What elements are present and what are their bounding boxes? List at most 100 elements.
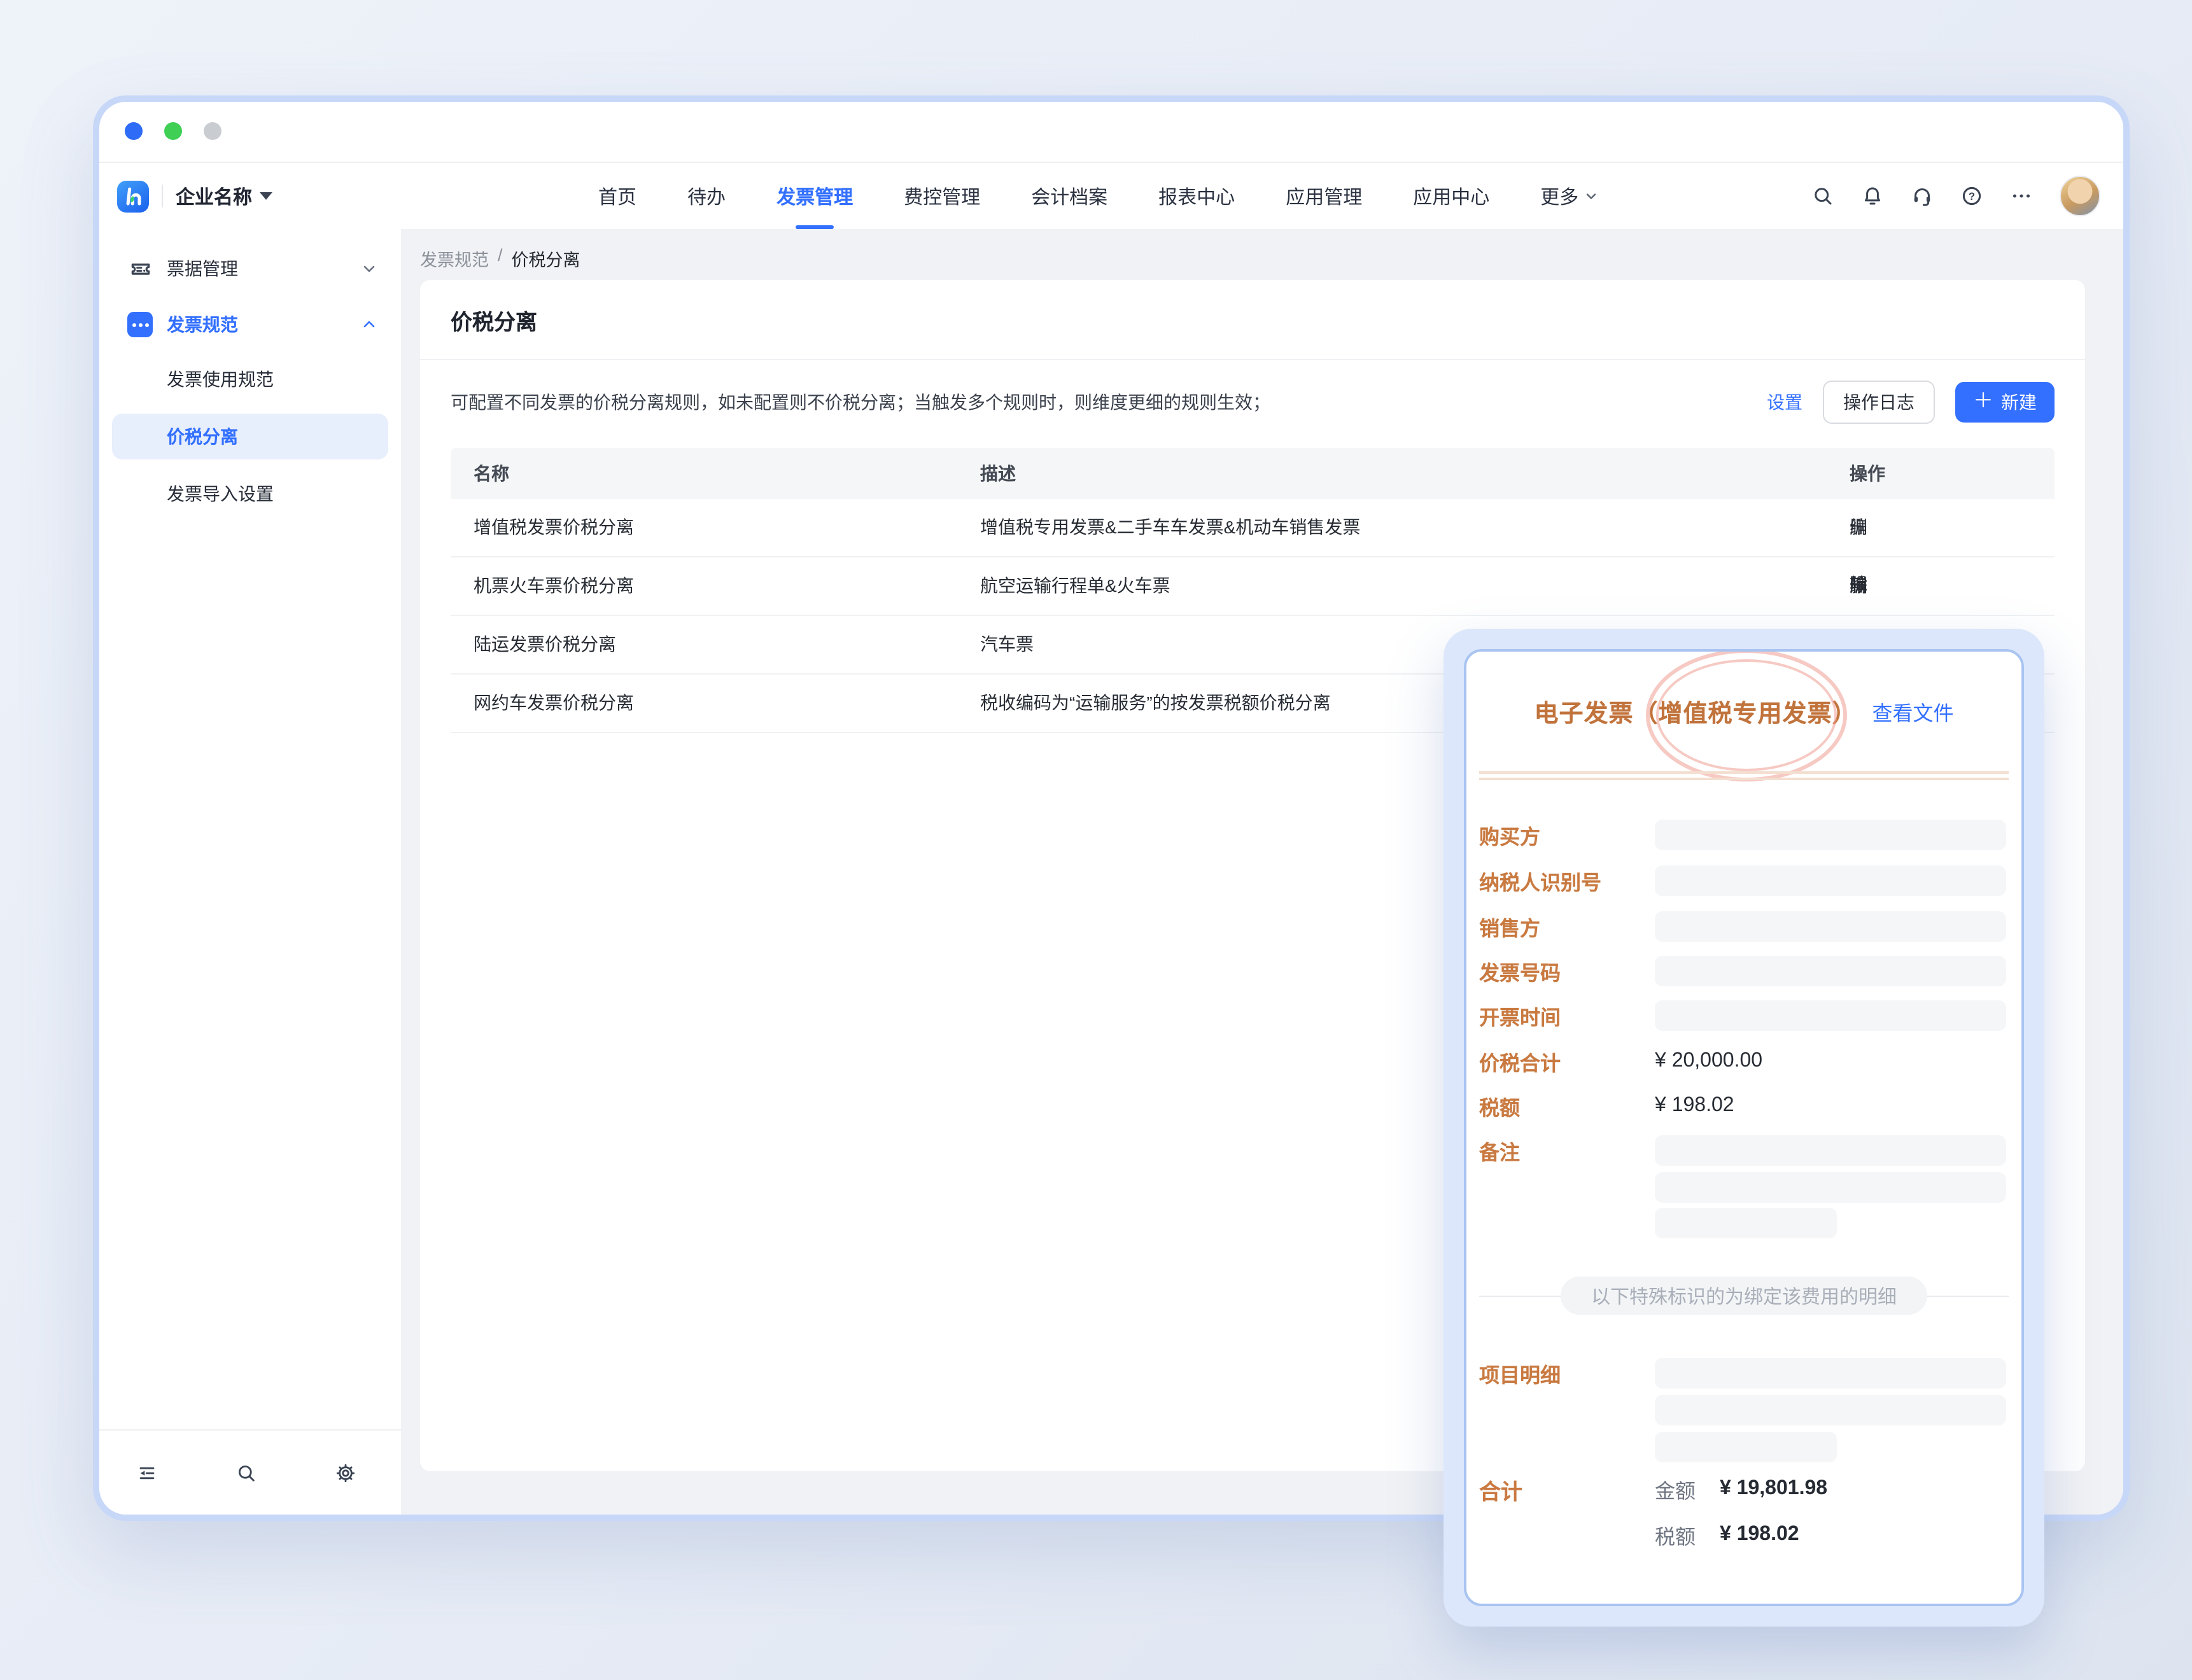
invoice-sum-tax-row: 税额 ¥ 198.02	[1479, 1520, 2006, 1550]
chevron-down-icon	[360, 260, 378, 277]
nav-item-home[interactable]: 首页	[598, 163, 636, 229]
invoice-title: 电子发票（增值税专用发票）	[1534, 694, 1857, 729]
headset-support-icon[interactable]	[1911, 185, 1934, 207]
breadcrumb-separator: /	[498, 246, 503, 271]
invoice-title-row: 电子发票（增值税专用发票） 查看文件	[1466, 685, 2021, 738]
window-titlebar	[99, 102, 2123, 163]
rule-description: 可配置不同发票的价税分离规则，如未配置则不价税分离；当触发多个规则时，则维度更细…	[451, 389, 1270, 415]
traffic-light-green[interactable]	[164, 122, 182, 140]
field-placeholder-bar	[1655, 1358, 2006, 1389]
sidebar-item-label: 票据管理	[167, 256, 238, 281]
chevron-up-icon	[360, 316, 378, 333]
nav-item-invoice-mgmt[interactable]: 发票管理	[776, 163, 853, 229]
toolbar-actions: 设置 操作日志 ＋ 新建	[1767, 382, 2055, 423]
invoice-field-total-with-tax: 价税合计¥ 20,000.00	[1479, 1046, 2006, 1077]
create-button[interactable]: ＋ 新建	[1955, 382, 2055, 423]
top-navbar: 企业名称 首页 待办 发票管理 费控管理 会计档案 报表中心 应用管理 应用中心…	[99, 163, 2123, 230]
invoice-field-invoice-number: 发票号码	[1479, 956, 2006, 986]
collapse-sidebar-icon[interactable]	[136, 1462, 158, 1484]
nav-item-accounting-archive[interactable]: 会计档案	[1031, 163, 1107, 229]
toolbar-row: 可配置不同发票的价税分离规则，如未配置则不价税分离；当触发多个规则时，则维度更细…	[451, 382, 2055, 423]
double-rule-line	[1479, 771, 2009, 773]
topbar-actions: ?	[1811, 163, 2100, 229]
settings-link[interactable]: 设置	[1767, 389, 1802, 415]
company-name: 企业名称	[176, 183, 252, 209]
operation-log-button[interactable]: 操作日志	[1823, 381, 1935, 424]
field-placeholder-bar	[1655, 865, 2006, 896]
field-placeholder-bar	[1655, 911, 2006, 942]
invoice-field-issue-time: 开票时间	[1479, 1000, 2006, 1031]
search-icon[interactable]	[235, 1462, 257, 1484]
table-row: 增值税发票价税分离 增值税专用发票&二手车车发票&机动车销售发票 编辑删除	[451, 499, 2055, 557]
field-placeholder-bar	[1655, 1395, 2006, 1425]
field-placeholder-bar	[1655, 1000, 2006, 1031]
sidebar-item-label: 发票规范	[167, 312, 238, 337]
view-file-link[interactable]: 查看文件	[1872, 696, 1954, 727]
invoice-field-remark: 备注	[1479, 1135, 2006, 1166]
field-placeholder-bar	[1655, 820, 2006, 850]
sidebar-footer	[99, 1429, 401, 1515]
detail-placeholder-row	[1479, 1432, 2006, 1462]
traffic-lights	[125, 122, 221, 140]
field-placeholder-bar	[1655, 1172, 2006, 1203]
help-icon[interactable]: ?	[1960, 185, 1983, 207]
invoice-field-tax-amount: 税额¥ 198.02	[1479, 1091, 2006, 1121]
nav-item-more[interactable]: 更多	[1540, 163, 1599, 229]
field-placeholder-bar	[1655, 1135, 2006, 1166]
detail-placeholder-row	[1479, 1395, 2006, 1425]
chevron-down-icon	[1584, 188, 1599, 204]
field-placeholder-bar	[1655, 1432, 1837, 1462]
app-logo-icon[interactable]	[117, 180, 149, 212]
nav-item-app-center[interactable]: 应用中心	[1413, 163, 1489, 229]
invoice-field-buyer: 购买方	[1479, 820, 2006, 850]
sidebar-item-invoice-spec[interactable]: 发票规范	[99, 299, 401, 350]
apps-grid-icon	[127, 312, 153, 337]
invoice-sum-amount-row: 合计 金额 ¥ 19,801.98	[1479, 1474, 2006, 1504]
more-ellipsis-icon[interactable]	[2010, 185, 2033, 207]
sidebar-subitem-tax-price-separation[interactable]: 价税分离	[112, 414, 388, 459]
bound-detail-note: 以下特殊标识的为绑定该费用的明细	[1561, 1277, 1927, 1315]
card-header: 价税分离	[420, 280, 2085, 360]
svg-text:?: ?	[1969, 191, 1975, 202]
total-with-tax-value: ¥ 20,000.00	[1655, 1050, 1762, 1073]
field-placeholder-bar	[1655, 1208, 1837, 1238]
stage: 企业名称 首页 待办 发票管理 费控管理 会计档案 报表中心 应用管理 应用中心…	[0, 0, 2192, 1680]
settings-gear-icon[interactable]	[335, 1462, 356, 1484]
traffic-light-gray[interactable]	[204, 122, 221, 140]
traffic-light-blue[interactable]	[125, 122, 143, 140]
field-placeholder-bar	[1655, 956, 2006, 986]
column-header-name: 名称	[474, 448, 509, 499]
bound-detail-divider: 以下特殊标识的为绑定该费用的明细	[1479, 1277, 2009, 1315]
primary-nav: 首页 待办 发票管理 费控管理 会计档案 报表中心 应用管理 应用中心 更多	[598, 163, 1599, 229]
tax-amount-value: ¥ 198.02	[1655, 1095, 1734, 1117]
sum-tax-value: ¥ 198.02	[1720, 1523, 1799, 1546]
invoice-preview-overlay: 电子发票（增值税专用发票） 查看文件 购买方 纳税人识别号 销售方 发票号码 开…	[1444, 629, 2044, 1627]
nav-item-expense-mgmt[interactable]: 费控管理	[904, 163, 980, 229]
sidebar-item-ticket-mgmt[interactable]: 票据管理	[99, 243, 401, 294]
sidebar-subitem-invoice-usage-spec[interactable]: 发票使用规范	[112, 356, 388, 402]
breadcrumb: 发票规范 / 价税分离	[420, 246, 580, 271]
invoice-field-seller: 销售方	[1479, 911, 2006, 942]
chevron-down-icon	[260, 192, 272, 200]
table-row: 机票火车票价税分离 航空运输行程单&火车票 编辑删除	[451, 557, 2055, 616]
breadcrumb-current: 价税分离	[512, 246, 580, 271]
user-avatar[interactable]	[2060, 176, 2100, 216]
plus-icon: ＋	[1973, 391, 1993, 412]
notification-bell-icon[interactable]	[1861, 185, 1884, 207]
search-icon[interactable]	[1811, 185, 1834, 207]
sidebar-subitem-invoice-import-settings[interactable]: 发票导入设置	[112, 471, 388, 517]
invoice-card: 电子发票（增值税专用发票） 查看文件 购买方 纳税人识别号 销售方 发票号码 开…	[1464, 649, 2024, 1606]
sum-amount-value: ¥ 19,801.98	[1720, 1478, 1827, 1501]
nav-item-app-mgmt[interactable]: 应用管理	[1286, 163, 1362, 229]
remark-placeholder-row	[1479, 1172, 2006, 1203]
brand-area: 企业名称	[117, 163, 272, 229]
double-rule-line	[1479, 778, 2009, 780]
nav-item-todo[interactable]: 待办	[687, 163, 726, 229]
invoice-field-item-detail: 项目明细	[1479, 1358, 2006, 1389]
column-header-ops: 操作	[1850, 448, 1885, 499]
remark-placeholder-row	[1479, 1208, 2006, 1238]
breadcrumb-parent[interactable]: 发票规范	[420, 246, 489, 271]
nav-item-report-center[interactable]: 报表中心	[1158, 163, 1235, 229]
company-switcher[interactable]: 企业名称	[176, 183, 272, 209]
column-header-desc: 描述	[980, 448, 1016, 499]
